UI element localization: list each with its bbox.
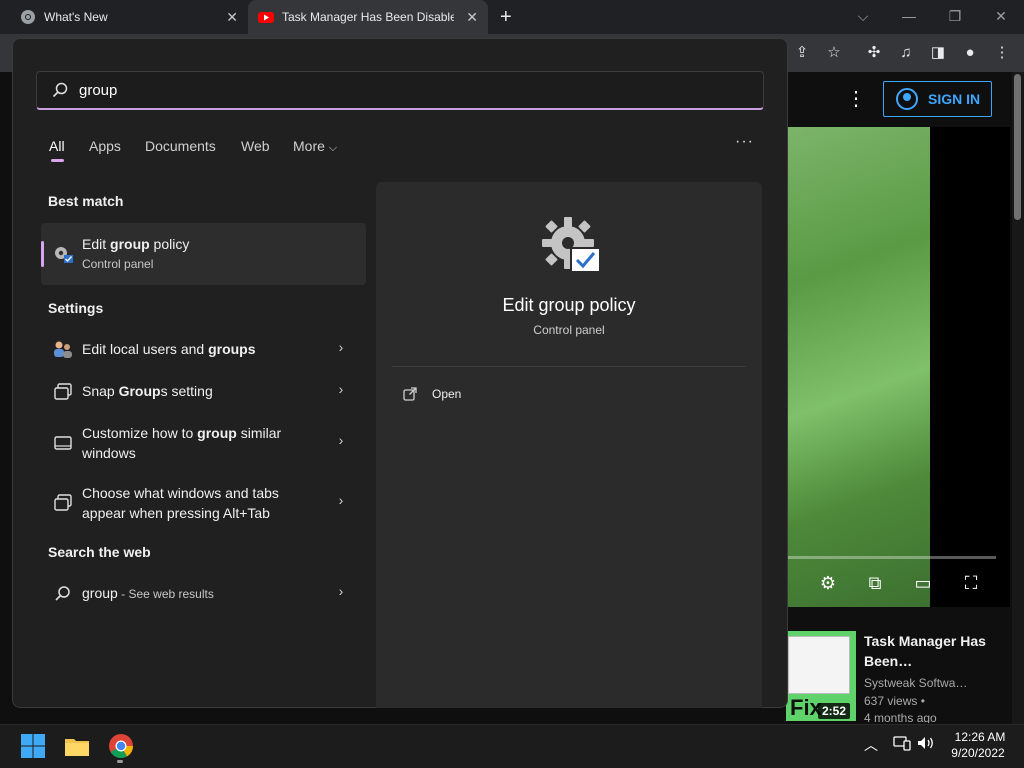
search-icon [52,82,68,98]
search-web-heading: Search the web [48,544,151,560]
volume-icon[interactable] [917,735,935,751]
users-icon [54,341,72,358]
close-tab-icon[interactable]: ✕ [226,9,238,25]
bookmark-star-icon[interactable]: ☆ [823,42,845,64]
running-app-indicator [117,760,123,763]
more-options-icon[interactable]: ··· [735,133,754,151]
youtube-icon [258,12,274,23]
snap-window-icon [54,383,72,400]
gear-policy-icon [55,247,73,263]
recommended-channel-name[interactable]: Systweak Softwa… [864,676,967,690]
browser-tab-task-manager[interactable]: Task Manager Has Been Disabled ✕ [248,0,488,34]
youtube-more-icon[interactable]: ⋮ [846,88,866,110]
open-action-button[interactable]: Open [402,386,461,402]
chevron-right-icon: › [338,583,344,599]
best-match-result[interactable] [41,223,366,285]
chevron-right-icon: › [338,432,344,448]
filter-tab-all[interactable]: All [49,137,65,155]
network-icon[interactable] [893,735,911,751]
settings-item-label: Edit local users and groups [82,341,256,357]
miniplayer-icon[interactable]: ⧉ [862,571,888,595]
account-icon [896,88,918,110]
profile-icon[interactable]: ● [959,42,981,64]
selected-tab-indicator [51,159,64,162]
best-match-title: Edit group policy [82,236,190,252]
snap-window-icon [54,494,72,511]
theater-mode-icon[interactable]: ▭ [910,571,936,595]
media-control-icon[interactable]: ♫ [895,42,917,64]
share-icon[interactable]: ⇪ [791,42,813,64]
settings-item-label-line2: appear when pressing Alt+Tab [82,505,270,521]
preview-subtitle: Control panel [533,323,605,337]
settings-item-label-line2: windows [82,445,136,461]
chevron-right-icon: › [338,492,344,508]
taskbar-icon [54,436,72,450]
open-action-label: Open [432,387,462,401]
recommended-upload-age: 4 months ago [864,711,937,723]
restore-button[interactable]: ❐ [932,4,978,28]
fullscreen-icon[interactable]: ⛶ [958,571,984,595]
recommended-video-title[interactable]: Task Manager Has Been… [864,631,994,671]
thumbnail-dialog-image [788,636,850,694]
tab-label: What's New [44,10,108,24]
open-external-icon [403,387,417,401]
chrome-taskbar-icon[interactable] [106,731,136,761]
chevron-right-icon: › [338,339,344,355]
chrome-icon [21,10,35,24]
video-player[interactable] [786,127,930,607]
file-explorer-icon[interactable] [62,731,92,761]
web-result-label: group - See web results [82,585,214,601]
windows-start-icon[interactable] [18,731,48,761]
scrollbar-thumb[interactable] [1014,74,1021,220]
best-match-heading: Best match [48,193,124,209]
sign-in-button[interactable]: SIGN IN [883,81,992,117]
filter-more-label: More [293,138,325,154]
best-match-subtitle: Control panel [82,257,154,271]
search-icon [55,586,70,601]
video-duration-badge: 2:52 [818,703,851,719]
settings-item-label: Customize how to group similar [82,425,282,441]
browser-tab-whats-new[interactable]: What's New ✕ [0,0,248,34]
selection-accent [41,241,44,267]
settings-item-label: Snap Groups setting [82,383,213,399]
tab-label: Task Manager Has Been Disabled [282,10,454,24]
search-box[interactable] [36,71,764,110]
preview-title: Edit group policy [502,295,636,315]
chevron-down-icon: ⌵ [328,142,338,154]
filter-tab-documents[interactable]: Documents [145,137,216,155]
extensions-icon[interactable]: ✣ [863,42,885,64]
clock-time[interactable]: 12:26 AM [950,730,1010,744]
divider [392,366,746,367]
chevron-right-icon: › [338,381,344,397]
close-window-button[interactable]: ✕ [978,4,1024,28]
settings-item-label: Choose what windows and tabs [82,485,279,501]
settings-gear-icon[interactable]: ⚙ [816,571,840,595]
gear-policy-icon [542,217,601,273]
show-hidden-icons-chevron-icon[interactable]: ︿ [864,735,878,755]
tab-search-icon[interactable]: ⌵ [840,4,886,28]
browser-menu-icon[interactable]: ⋮ [991,42,1013,64]
video-progress-bar[interactable] [786,556,996,559]
clock-date[interactable]: 9/20/2022 [946,746,1010,760]
settings-heading: Settings [48,300,104,316]
filter-tab-web[interactable]: Web [241,137,270,155]
video-player-letterbox [930,127,1010,607]
side-panel-icon[interactable]: ◨ [927,42,949,64]
minimize-button[interactable]: — [886,4,932,28]
filter-tab-more[interactable]: More ⌵ [293,137,337,157]
sign-in-label: SIGN IN [928,91,981,107]
search-input[interactable] [79,81,719,99]
filter-tab-apps[interactable]: Apps [89,137,121,155]
recommended-view-count: 637 views • [864,694,925,708]
new-tab-button[interactable]: + [500,5,512,29]
close-tab-icon[interactable]: ✕ [466,9,478,25]
